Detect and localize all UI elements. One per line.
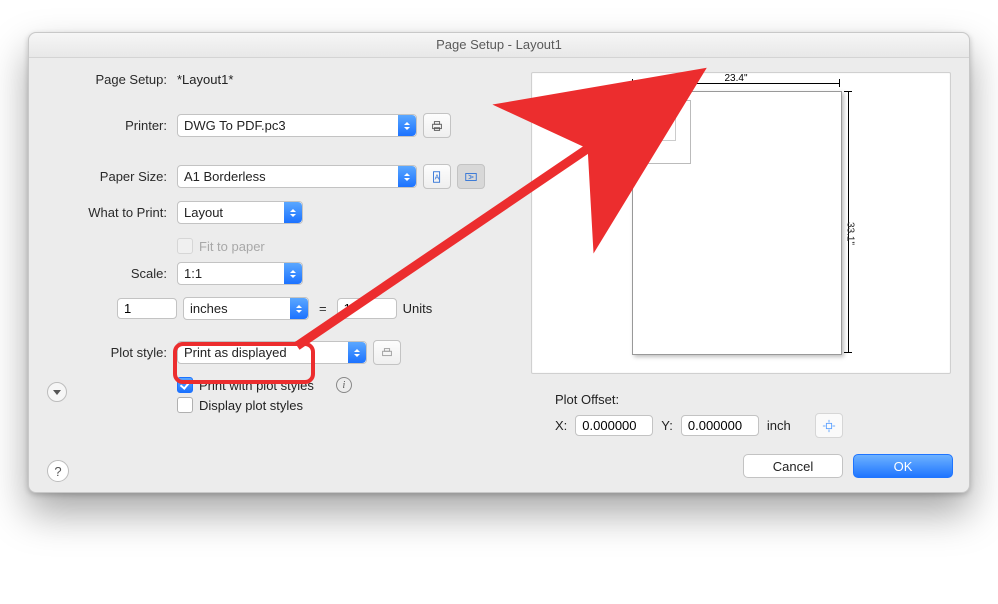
scale-units-value: inches bbox=[190, 301, 228, 316]
scale-numerator-input[interactable] bbox=[117, 298, 177, 319]
dropdown-arrows-icon bbox=[348, 342, 366, 363]
printer-icon bbox=[430, 119, 444, 133]
plot-offset-section: Plot Offset: X: Y: inch bbox=[531, 392, 951, 438]
dropdown-arrows-icon bbox=[290, 298, 308, 319]
dropdown-arrows-icon bbox=[398, 115, 416, 136]
disclosure-toggle[interactable] bbox=[47, 382, 67, 402]
page-setup-label: Page Setup: bbox=[47, 72, 177, 87]
orientation-portrait-button[interactable]: A bbox=[423, 164, 451, 189]
display-plot-styles-checkbox[interactable] bbox=[177, 397, 193, 413]
settings-panel: Page Setup: *Layout1* Printer: DWG To PD… bbox=[47, 72, 517, 438]
orientation-landscape-button[interactable]: A bbox=[457, 164, 485, 189]
cancel-button[interactable]: Cancel bbox=[743, 454, 843, 478]
center-crosshair-icon bbox=[822, 419, 836, 433]
scale-label: Scale: bbox=[47, 266, 177, 281]
offset-y-label: Y: bbox=[661, 418, 673, 433]
preview-height-value: 33.1" bbox=[845, 222, 856, 245]
offset-y-input[interactable] bbox=[681, 415, 759, 436]
landscape-page-icon: A bbox=[464, 170, 478, 184]
print-with-plot-styles-checkbox[interactable] bbox=[177, 377, 193, 393]
page-setup-name: *Layout1* bbox=[177, 72, 233, 87]
center-plot-button[interactable] bbox=[815, 413, 843, 438]
units-word: Units bbox=[403, 301, 433, 316]
printer-icon bbox=[380, 346, 394, 360]
fit-to-paper-checkbox bbox=[177, 238, 193, 254]
preview-paper bbox=[632, 91, 842, 355]
printer-label: Printer: bbox=[47, 118, 177, 133]
dropdown-arrows-icon bbox=[398, 166, 416, 187]
preview-content-box bbox=[639, 100, 691, 164]
preview-height-dimension: 33.1" bbox=[844, 91, 854, 353]
plot-style-edit-button[interactable] bbox=[373, 340, 401, 365]
help-button[interactable]: ? bbox=[47, 460, 69, 482]
preview-width-value: 23.4" bbox=[632, 73, 840, 84]
offset-unit-label: inch bbox=[767, 418, 791, 433]
scale-denominator-input[interactable] bbox=[337, 298, 397, 319]
portrait-page-icon: A bbox=[430, 170, 444, 184]
what-to-print-select[interactable]: Layout bbox=[177, 201, 303, 224]
svg-text:A: A bbox=[466, 174, 473, 179]
what-to-print-value: Layout bbox=[184, 205, 223, 220]
printer-select[interactable]: DWG To PDF.pc3 bbox=[177, 114, 417, 137]
plot-style-select[interactable]: Print as displayed bbox=[177, 341, 367, 364]
paper-preview: 23.4" 33.1" bbox=[531, 72, 951, 374]
plot-offset-label: Plot Offset: bbox=[555, 392, 951, 407]
what-to-print-label: What to Print: bbox=[47, 205, 177, 220]
fit-to-paper-label: Fit to paper bbox=[199, 239, 265, 254]
preview-panel-column: 23.4" 33.1" Plot Offset: X: Y: inch bbox=[531, 72, 951, 438]
scale-units-select[interactable]: inches bbox=[183, 297, 309, 320]
paper-size-value: A1 Borderless bbox=[184, 169, 266, 184]
plot-style-value: Print as displayed bbox=[184, 345, 287, 360]
ok-button[interactable]: OK bbox=[853, 454, 953, 478]
page-setup-dialog: Page Setup - Layout1 Page Setup: *Layout… bbox=[28, 32, 970, 493]
print-with-plot-styles-label: Print with plot styles bbox=[199, 378, 314, 393]
dialog-footer: Cancel OK bbox=[29, 446, 969, 492]
scale-preset-select[interactable]: 1:1 bbox=[177, 262, 303, 285]
printer-value: DWG To PDF.pc3 bbox=[184, 118, 286, 133]
paper-size-label: Paper Size: bbox=[47, 169, 177, 184]
info-icon[interactable]: i bbox=[336, 377, 352, 393]
printer-properties-button[interactable] bbox=[423, 113, 451, 138]
offset-x-input[interactable] bbox=[575, 415, 653, 436]
window-title: Page Setup - Layout1 bbox=[29, 33, 969, 58]
dropdown-arrows-icon bbox=[284, 263, 302, 284]
paper-size-select[interactable]: A1 Borderless bbox=[177, 165, 417, 188]
display-plot-styles-label: Display plot styles bbox=[199, 398, 303, 413]
plot-style-label: Plot style: bbox=[47, 345, 177, 360]
offset-x-label: X: bbox=[555, 418, 567, 433]
svg-text:A: A bbox=[435, 174, 440, 181]
scale-preset-value: 1:1 bbox=[184, 266, 202, 281]
equals-sign: = bbox=[315, 301, 331, 316]
dropdown-arrows-icon bbox=[284, 202, 302, 223]
preview-width-dimension: 23.4" bbox=[632, 79, 840, 89]
